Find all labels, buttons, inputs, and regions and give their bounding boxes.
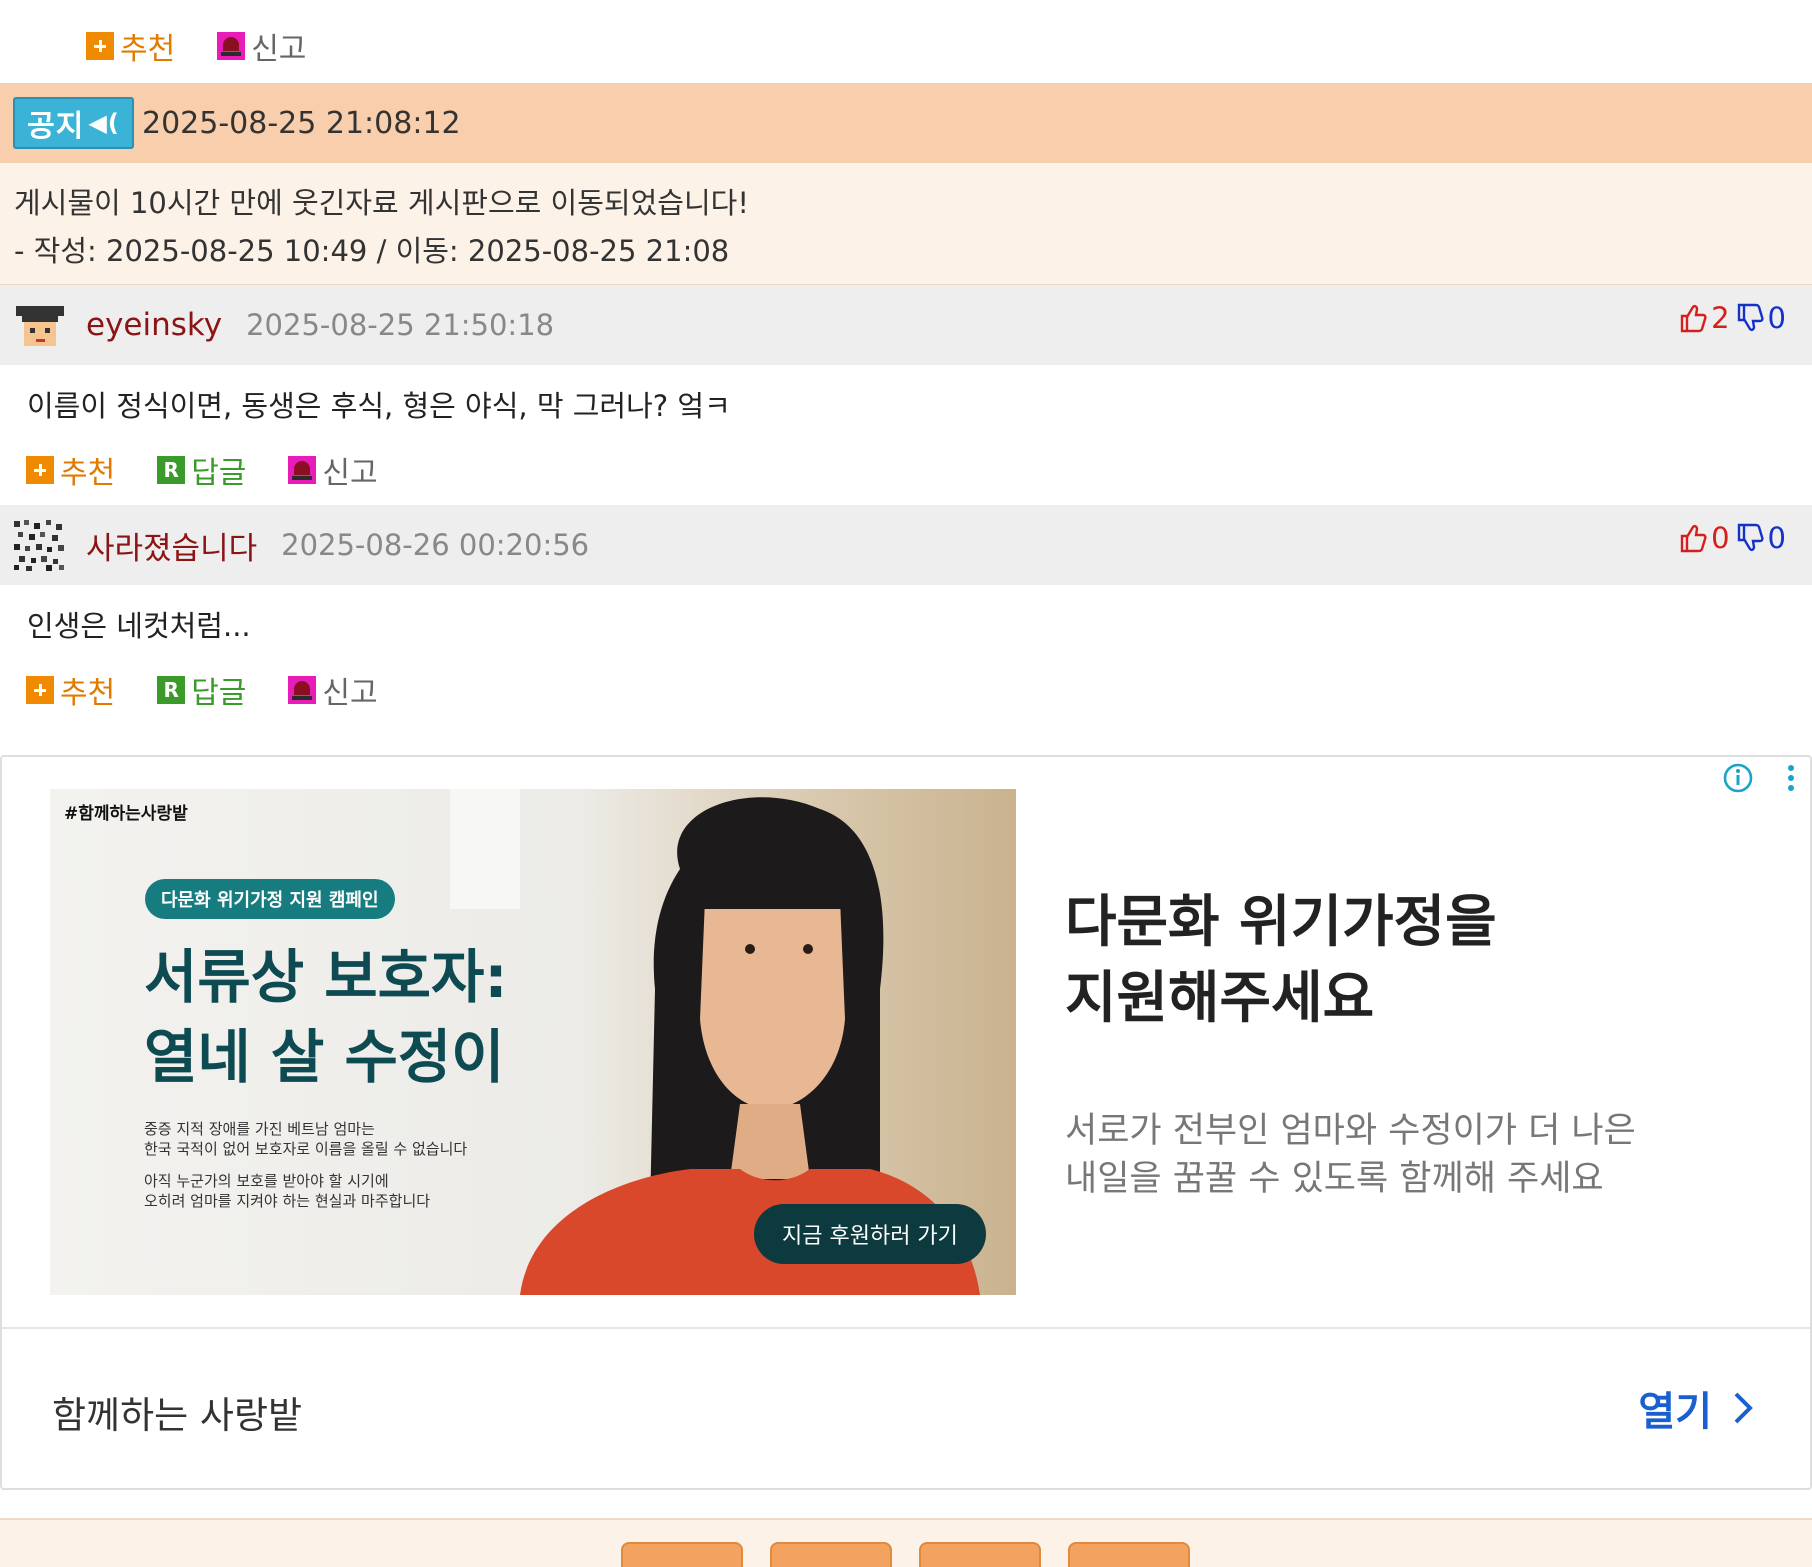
ad-open-button[interactable]: 열기 bbox=[1638, 1379, 1754, 1437]
ad-small-text-2: 아직 누군가의 보호를 받아야 할 시기에 오히려 엄마를 지켜야 하는 현실과… bbox=[144, 1171, 430, 1211]
ad-desc-line-1: 서로가 전부인 엄마와 수정이가 더 나은 bbox=[1065, 1111, 1636, 1151]
ad-small-line: 아직 누군가의 보호를 받아야 할 시기에 bbox=[144, 1172, 389, 1190]
comment-actions: 추천 답글 신고 bbox=[26, 448, 420, 492]
notice-header: 공지 ◀︎( 2025-08-25 21:08:12 bbox=[0, 83, 1812, 163]
recommend-label: 추천 bbox=[60, 676, 116, 711]
reply-icon bbox=[157, 676, 186, 704]
avatar[interactable] bbox=[12, 518, 66, 572]
comment-actions: 추천 답글 신고 bbox=[26, 668, 420, 712]
ad-banner[interactable]: #함께하는사랑밭 다문화 위기가정 지원 캠페인 서류상 보호자: 열네 살 수… bbox=[0, 755, 1812, 1490]
bottom-button-2[interactable] bbox=[770, 1542, 892, 1567]
report-label: 신고 bbox=[322, 676, 378, 711]
bottom-bar bbox=[0, 1518, 1812, 1567]
ad-open-label: 열기 bbox=[1638, 1389, 1712, 1435]
ad-small-text-1: 중증 지적 장애를 가진 베트남 엄마는 한국 국적이 없어 보호자로 이름을 … bbox=[144, 1119, 467, 1159]
ad-small-line: 오히려 엄마를 지켜야 하는 현실과 마주합니다 bbox=[144, 1192, 431, 1210]
recommend-button[interactable]: 추천 bbox=[26, 668, 115, 712]
report-button[interactable]: 신고 bbox=[288, 448, 378, 492]
report-button[interactable]: 신고 bbox=[288, 668, 378, 712]
reply-label: 답글 bbox=[191, 676, 247, 711]
avatar[interactable] bbox=[12, 298, 66, 352]
siren-icon bbox=[288, 456, 317, 484]
thumbs-up-icon[interactable] bbox=[1679, 303, 1707, 333]
comment-header: eyeinsky 2025-08-25 21:50:18 2 0 bbox=[0, 285, 1812, 365]
ad-desc-line-2: 내일을 꿈꿀 수 있도록 함께해 주세요 bbox=[1065, 1159, 1604, 1199]
comment-text: 이름이 정식이면, 동생은 후식, 형은 야식, 막 그러나? 엌ㅋ bbox=[27, 389, 731, 423]
vote-up-count: 2 bbox=[1711, 301, 1730, 335]
notice-time: 2025-08-25 21:08:12 bbox=[142, 105, 461, 141]
plus-icon bbox=[26, 456, 54, 484]
reply-label: 답글 bbox=[191, 456, 247, 491]
comment-time: 2025-08-25 21:50:18 bbox=[246, 308, 555, 342]
recommend-button[interactable]: 추천 bbox=[86, 24, 175, 68]
vote-down-count: 0 bbox=[1767, 521, 1786, 555]
ad-small-line: 중증 지적 장애를 가진 베트남 엄마는 bbox=[144, 1120, 375, 1138]
siren-icon bbox=[217, 32, 246, 60]
recommend-button[interactable]: 추천 bbox=[26, 448, 115, 492]
notice-line-1: 게시물이 10시간 만에 웃긴자료 게시판으로 이동되었습니다! bbox=[14, 186, 749, 220]
info-icon[interactable] bbox=[1722, 762, 1754, 794]
vote-counts: 0 0 bbox=[1679, 521, 1786, 555]
plus-icon bbox=[26, 676, 54, 704]
ad-advertiser: 함께하는 사랑밭 bbox=[52, 1394, 303, 1437]
reply-icon bbox=[157, 456, 186, 484]
speaker-icon: ◀︎( bbox=[88, 109, 120, 137]
comment-time: 2025-08-26 00:20:56 bbox=[281, 528, 590, 562]
ad-headline: 서류상 보호자: 열네 살 수정이 bbox=[144, 937, 508, 1097]
recommend-label: 추천 bbox=[60, 456, 116, 491]
ad-small-line: 한국 국적이 없어 보호자로 이름을 올릴 수 없습니다 bbox=[144, 1140, 468, 1158]
siren-icon bbox=[288, 676, 317, 704]
report-label: 신고 bbox=[251, 32, 307, 67]
notice-badge: 공지 ◀︎( bbox=[13, 97, 134, 149]
comment-header: 사라졌습니다 2025-08-26 00:20:56 0 0 bbox=[0, 505, 1812, 585]
notice-badge-label: 공지 bbox=[27, 109, 85, 144]
ad-cta-button[interactable]: 지금 후원하러 가기 bbox=[754, 1204, 986, 1264]
bottom-button-3[interactable] bbox=[919, 1542, 1041, 1567]
ad-description: 서로가 전부인 엄마와 수정이가 더 나은 내일을 꿈꿀 수 있도록 함께해 주… bbox=[1065, 1107, 1636, 1203]
comment-author[interactable]: 사라졌습니다 bbox=[86, 523, 257, 568]
notice-line-2: - 작성: 2025-08-25 10:49 / 이동: 2025-08-25 … bbox=[14, 234, 730, 268]
more-vertical-icon[interactable] bbox=[1784, 762, 1798, 794]
ad-divider bbox=[2, 1327, 1810, 1329]
recommend-label: 추천 bbox=[120, 32, 176, 67]
report-button[interactable]: 신고 bbox=[217, 24, 306, 68]
bottom-button-4[interactable] bbox=[1068, 1542, 1190, 1567]
comment-text: 인생은 네컷처럼... bbox=[27, 609, 251, 643]
ad-headline-1: 서류상 보호자: bbox=[144, 943, 508, 1011]
vote-counts: 2 0 bbox=[1679, 301, 1786, 335]
vote-up-count: 0 bbox=[1711, 521, 1730, 555]
comment-author[interactable]: eyeinsky bbox=[86, 307, 222, 343]
ad-campaign-pill: 다문화 위기가정 지원 캠페인 bbox=[145, 879, 395, 919]
thumbs-down-icon[interactable] bbox=[1736, 303, 1764, 333]
ad-brand: #함께하는사랑밭 bbox=[64, 804, 188, 824]
ad-headline-2: 열네 살 수정이 bbox=[144, 1023, 505, 1091]
plus-icon bbox=[86, 32, 114, 60]
ad-title[interactable]: 다문화 위기가정을 지원해주세요 bbox=[1065, 885, 1497, 1037]
ad-title-line-2: 지원해주세요 bbox=[1065, 966, 1375, 1031]
notice-body: 게시물이 10시간 만에 웃긴자료 게시판으로 이동되었습니다! - 작성: 2… bbox=[0, 163, 1812, 285]
report-label: 신고 bbox=[322, 456, 378, 491]
bottom-button-1[interactable] bbox=[621, 1542, 743, 1567]
ad-image[interactable]: #함께하는사랑밭 다문화 위기가정 지원 캠페인 서류상 보호자: 열네 살 수… bbox=[50, 789, 1016, 1295]
ad-title-line-1: 다문화 위기가정을 bbox=[1065, 890, 1497, 955]
thumbs-up-icon[interactable] bbox=[1679, 523, 1707, 553]
chevron-right-icon bbox=[1734, 1392, 1753, 1424]
reply-button[interactable]: 답글 bbox=[157, 448, 246, 492]
vote-down-count: 0 bbox=[1767, 301, 1786, 335]
top-actions: 추천 신고 bbox=[86, 24, 348, 68]
thumbs-down-icon[interactable] bbox=[1736, 523, 1764, 553]
reply-button[interactable]: 답글 bbox=[157, 668, 246, 712]
